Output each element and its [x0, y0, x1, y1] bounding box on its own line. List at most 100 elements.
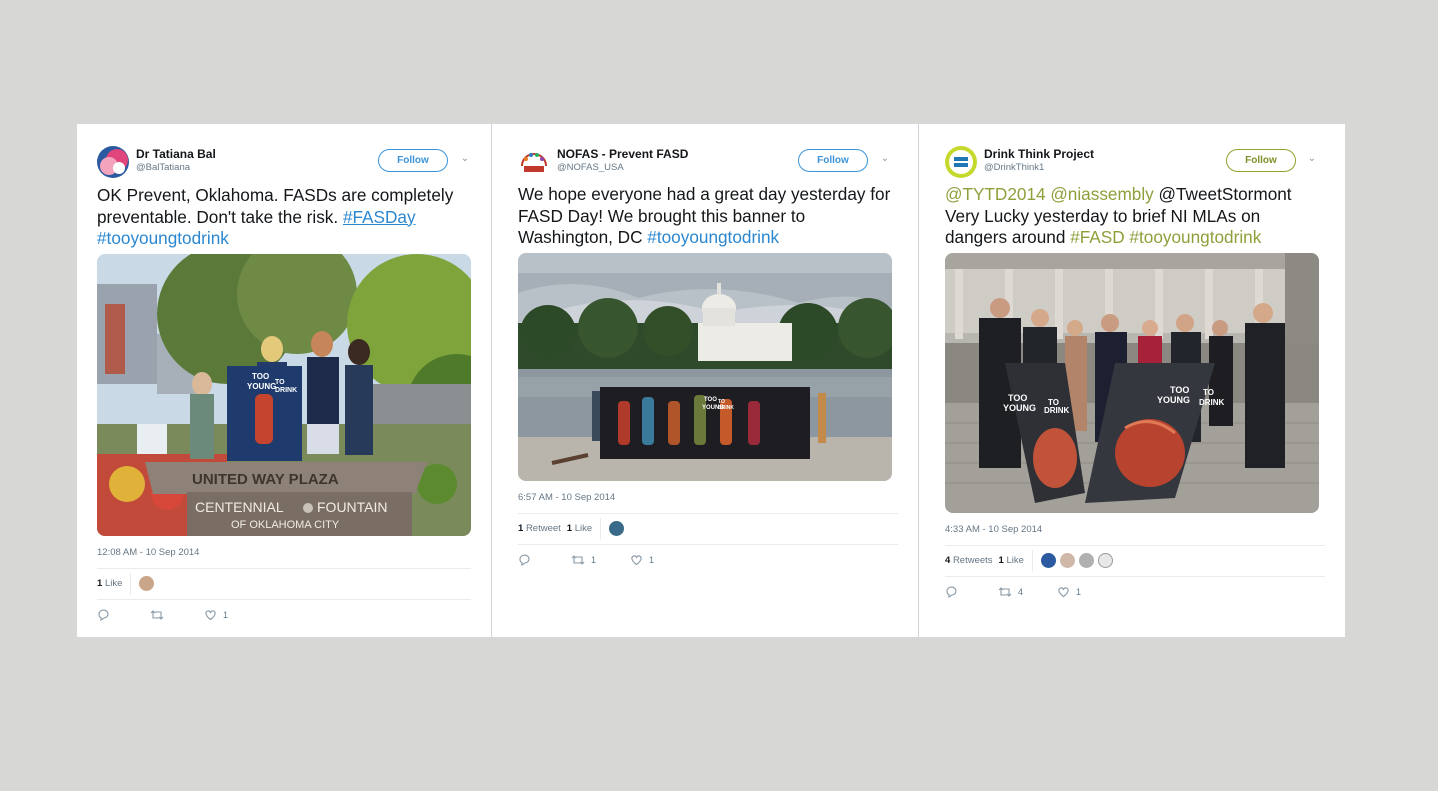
retweeter-avatar[interactable] [1097, 553, 1113, 568]
likes-count: 1 [566, 523, 573, 534]
tweet-photo[interactable]: TOO YOUNG TO DRINK UNITED WAY PLAZA CENT… [97, 253, 471, 536]
likes-count: 1 [998, 555, 1004, 566]
like-button[interactable]: 1 [204, 609, 228, 621]
likes-stat[interactable]: 1 Like [567, 523, 592, 534]
hashtag-link[interactable]: #tooyoungtodrink [97, 228, 229, 248]
follow-button[interactable]: Follow [798, 149, 868, 172]
liker-avatar[interactable] [139, 576, 155, 591]
retweets-stat[interactable]: 1 Retweet [518, 523, 561, 534]
hashtag-link[interactable]: #FASDay [343, 207, 416, 227]
retweet-count: 4 [1018, 586, 1024, 597]
like-icon [1058, 586, 1069, 597]
banner-text: DRINK [1199, 398, 1225, 407]
tweet-actions: 1 [97, 600, 471, 630]
tweet-header: Drink Think Project @DrinkThink1 Follow … [945, 146, 1325, 180]
retweets-stat[interactable]: 4 Retweets [945, 555, 993, 566]
sign-text: OF OKLAHOMA CITY [231, 519, 340, 531]
tweet-photo[interactable]: TOO YOUNG TO DRINK [518, 252, 892, 481]
banner-text: TOO [704, 397, 717, 403]
banner-text: YOUNG [1003, 403, 1036, 413]
banner-text: TO [1203, 388, 1214, 397]
author-handle[interactable]: @BalTatiana [136, 162, 190, 173]
retweet-button[interactable]: 4 [998, 586, 1023, 598]
engagement-stats: 1 Like [97, 567, 471, 600]
likes-count: 1 [97, 578, 103, 589]
engagement-stats: 1 Retweet 1 Like [518, 512, 898, 545]
mention-text: @TweetStormont [1158, 184, 1292, 204]
timestamp[interactable]: 6:57 AM - 10 Sep 2014 [518, 492, 898, 503]
liker-avatar[interactable] [609, 521, 625, 536]
chevron-down-icon[interactable]: ⌄ [458, 152, 472, 166]
likes-stat[interactable]: 1 Like [999, 555, 1024, 566]
banner-text: YOUNG [1157, 395, 1190, 405]
like-button[interactable]: 1 [1057, 586, 1081, 598]
tweet-text: OK Prevent, Oklahoma. FASDs are complete… [97, 185, 471, 250]
likes-label: Like [104, 578, 123, 589]
avatar[interactable] [945, 146, 977, 178]
engagement-stats: 4 Retweets 1 Like [945, 544, 1325, 577]
retweets-count: 4 [945, 555, 951, 566]
tweet-header: NOFAS - Prevent FASD @NOFAS_USA Follow ⌄ [518, 146, 898, 180]
hashtag-link[interactable]: #tooyoungtodrink [1129, 227, 1261, 247]
timestamp[interactable]: 4:33 AM - 10 Sep 2014 [945, 524, 1325, 535]
tweet-photo[interactable]: TOO YOUNG TOO YOUNG TO DRINK TO DRINK [945, 252, 1319, 513]
chevron-down-icon[interactable]: ⌄ [1305, 152, 1319, 166]
likes-label: Like [1006, 555, 1024, 566]
like-count: 1 [1076, 586, 1082, 597]
author-name[interactable]: NOFAS - Prevent FASD [557, 147, 688, 161]
reply-button[interactable] [518, 553, 537, 566]
banner-text: TOO [1170, 385, 1189, 395]
likes-stat[interactable]: 1 Like [97, 578, 122, 589]
retweeter-avatar[interactable] [1078, 553, 1094, 568]
author-handle[interactable]: @NOFAS_USA [557, 162, 624, 173]
hashtag-link[interactable]: #FASD [1070, 227, 1124, 247]
like-count: 1 [649, 554, 655, 565]
banner-text: TOO [252, 372, 269, 381]
author-name[interactable]: Dr Tatiana Bal [136, 147, 216, 161]
sign-text: CENTENNIAL [195, 499, 284, 515]
retweeter-avatar[interactable] [1059, 553, 1075, 568]
retweets-count: 1 [518, 523, 524, 534]
tweet-text: We hope everyone had a great day yesterd… [518, 184, 898, 249]
follow-button[interactable]: Follow [378, 149, 448, 172]
likes-label: Like [574, 523, 593, 534]
stats-divider [600, 517, 602, 540]
tweet-actions: 1 1 [518, 545, 898, 575]
banner-text: YOUNG [247, 382, 276, 391]
tweet-header: Dr Tatiana Bal @BalTatiana Follow ⌄ [97, 146, 471, 180]
hashtag-link[interactable]: #tooyoungtodrink [647, 227, 779, 247]
author-name[interactable]: Drink Think Project [984, 147, 1094, 161]
retweet-icon [150, 609, 164, 620]
like-count: 1 [223, 609, 229, 620]
banner-text: TOO [1008, 393, 1027, 403]
banner-text: DRINK [1044, 406, 1070, 415]
follow-button[interactable]: Follow [1226, 149, 1296, 172]
like-icon [205, 609, 216, 620]
reply-button[interactable] [945, 585, 964, 598]
tweet-text: @TYTD2014 @niassembly @TweetStormont Ver… [945, 184, 1325, 249]
chevron-down-icon[interactable]: ⌄ [878, 152, 892, 166]
retweets-label: Retweet [525, 523, 561, 534]
like-button[interactable]: 1 [630, 554, 654, 566]
timestamp[interactable]: 12:08 AM - 10 Sep 2014 [97, 547, 471, 558]
sign-text: FOUNTAIN [317, 499, 388, 515]
retweeter-avatar[interactable] [1040, 553, 1056, 568]
mention-link[interactable]: @TYTD2014 [945, 184, 1046, 204]
banner-text: TO [275, 379, 285, 386]
sign-text: UNITED WAY PLAZA [192, 471, 339, 488]
banner-text: DRINK [275, 387, 297, 394]
mention-link[interactable]: @niassembly [1050, 184, 1153, 204]
tweet-card-baltatiana: Dr Tatiana Bal @BalTatiana Follow ⌄ OK P… [77, 124, 491, 637]
reply-button[interactable] [97, 608, 116, 621]
avatar[interactable] [518, 146, 550, 178]
retweets-label: Retweets [952, 555, 993, 566]
retweet-button[interactable] [150, 609, 170, 621]
retweet-count: 1 [591, 554, 597, 565]
retweet-button[interactable]: 1 [571, 554, 596, 566]
tweet-card-drinkthink: Drink Think Project @DrinkThink1 Follow … [919, 124, 1345, 637]
retweet-icon [998, 586, 1012, 597]
stats-divider [1031, 549, 1033, 572]
reply-icon [98, 608, 109, 621]
author-handle[interactable]: @DrinkThink1 [984, 162, 1044, 173]
avatar[interactable] [97, 146, 129, 178]
